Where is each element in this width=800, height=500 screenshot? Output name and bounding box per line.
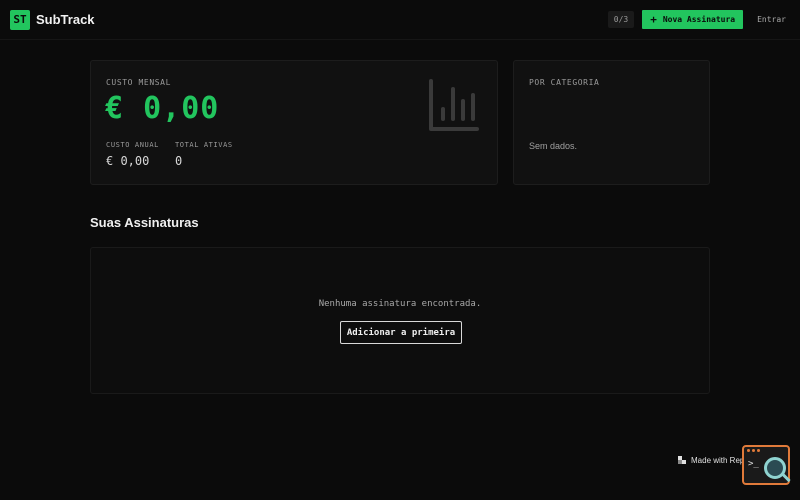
subscriptions-title: Suas Assinaturas [90,215,199,230]
app-name: SubTrack [36,12,95,27]
subscription-counter: 0/3 [607,11,635,28]
monthly-cost-label: CUSTO MENSAL [106,78,171,87]
subscriptions-empty-text: Nenhuma assinatura encontrada. [318,299,482,309]
cost-stats: CUSTO ANUAL € 0,00 TOTAL ATIVAS 0 [106,141,233,168]
agent-inspector-button[interactable]: >_ [742,445,790,485]
replit-logo-icon [678,456,686,464]
annual-cost-value: € 0,00 [106,154,150,168]
login-link[interactable]: Entrar [751,15,790,24]
category-label: POR CATEGORIA [529,78,600,87]
monthly-cost-value: € 0,00 [105,91,220,126]
annual-cost-label: CUSTO ANUAL [106,141,159,149]
cost-summary-card: CUSTO MENSAL € 0,00 CUSTO ANUAL € 0,00 T… [90,60,498,185]
top-bar: ST SubTrack 0/3 + Nova Assinatura Entrar [0,0,800,40]
category-empty-text: Sem dados. [529,141,578,151]
magnifier-icon [764,457,786,479]
terminal-prompt-icon: >_ [748,459,759,469]
active-total-label: TOTAL ATIVAS [174,141,233,149]
new-subscription-button[interactable]: + Nova Assinatura [642,10,744,29]
new-subscription-label: Nova Assinatura [662,15,736,24]
bar-chart-icon [429,79,479,131]
add-first-button[interactable]: Adicionar a primeira [340,321,462,344]
subscriptions-panel: Nenhuma assinatura encontrada. Adicionar… [90,247,710,394]
plus-icon: + [650,13,657,26]
window-dots-icon [747,449,760,452]
annual-cost: CUSTO ANUAL € 0,00 [106,141,159,168]
header-actions: 0/3 + Nova Assinatura Entrar [607,10,790,29]
logo: ST [10,9,30,30]
category-card: POR CATEGORIA Sem dados. [513,60,710,185]
active-total-value: 0 [174,154,183,168]
active-total: TOTAL ATIVAS 0 [175,141,233,168]
